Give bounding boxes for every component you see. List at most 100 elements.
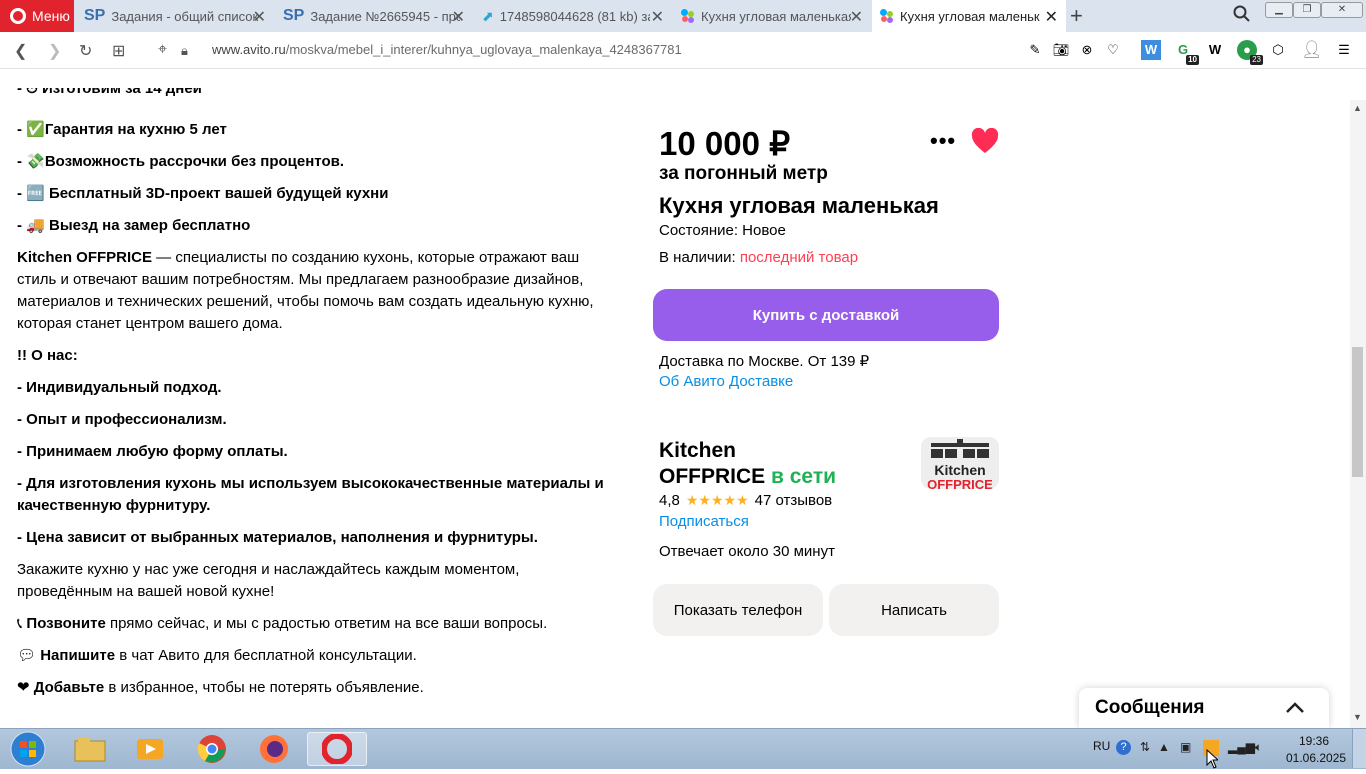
opera-taskbar-icon[interactable]: [307, 732, 367, 766]
url-text[interactable]: www.avito.ru/moskva/mebel_i_interer/kuhn…: [212, 42, 682, 57]
close-icon[interactable]: ✕: [1045, 7, 1058, 27]
write-line: 💬︎ Напишите в чат Авито для бесплатной к…: [17, 645, 417, 667]
availability-value: последний товар: [739, 249, 859, 266]
media-player-icon[interactable]: [122, 732, 178, 766]
location-icon[interactable]: ⌖: [158, 41, 167, 59]
start-button[interactable]: [0, 729, 56, 768]
reply-time: Отвечает около 30 минут: [659, 543, 835, 560]
close-icon[interactable]: ✕: [452, 7, 465, 27]
show-phone-label: Показать телефон: [673, 601, 803, 619]
language-indicator[interactable]: RU: [1093, 739, 1110, 753]
write-message-button[interactable]: Написать: [829, 584, 999, 636]
tray-device-icon[interactable]: ▣: [1180, 740, 1191, 754]
tray-network-icon[interactable]: ⇅: [1140, 740, 1150, 754]
intro-line-2: стиль и отвечают вашим потребностям. Мы …: [17, 271, 584, 288]
scroll-down-icon[interactable]: ▼: [1353, 712, 1362, 722]
explorer-icon[interactable]: [62, 732, 118, 766]
tray-expand-icon[interactable]: ▲: [1158, 740, 1170, 754]
clock-time[interactable]: 19:36: [1299, 734, 1329, 748]
tab-task-detail[interactable]: SP Задание №2665945 - про ✕: [275, 0, 473, 32]
more-options-icon[interactable]: •••: [930, 128, 956, 154]
easy-setup-icon[interactable]: ☰: [1334, 40, 1354, 60]
reload-icon[interactable]: ↻: [79, 41, 92, 61]
vpn-extension-icon[interactable]: ● 23: [1237, 40, 1263, 65]
price-note: - Цена зависит от выбранных материалов, …: [17, 529, 538, 546]
chrome-icon[interactable]: [184, 732, 240, 766]
phone-icon: 📞︎: [17, 615, 27, 632]
tab-avito-active[interactable]: Кухня угловая маленька ✕: [872, 0, 1066, 32]
messages-label: Сообщения: [1095, 697, 1205, 718]
buy-button-label: Купить с доставкой: [752, 306, 900, 324]
seller-avatar[interactable]: Kitchen OFFPRICE: [921, 437, 999, 489]
materials-line-1: - Для изготовления кухонь мы используем …: [17, 475, 604, 492]
order-line-1: Закажите кухню у нас уже сегодня и насла…: [17, 561, 520, 578]
new-tab-plus-icon[interactable]: +: [1070, 3, 1083, 29]
chevron-up-icon[interactable]: [1284, 697, 1306, 724]
signal-icon[interactable]: ▂▄▆: [1228, 740, 1255, 754]
favorite-heart-icon[interactable]: [971, 127, 999, 159]
write-bold: Напишите: [40, 647, 116, 664]
speed-dial-icon[interactable]: ⊞: [112, 41, 125, 61]
tab-search-icon[interactable]: [1233, 5, 1251, 28]
buy-with-delivery-button[interactable]: Купить с доставкой: [653, 289, 999, 341]
show-desktop-button[interactable]: [1352, 729, 1366, 768]
address-bar: [0, 32, 1366, 69]
subscribe-link[interactable]: Подписаться: [659, 513, 749, 530]
black-heart-icon: ❤︎: [17, 679, 34, 696]
edit-icon[interactable]: ✎: [1025, 40, 1045, 60]
avito-delivery-link[interactable]: Об Авито Доставке: [659, 373, 793, 390]
seller-online-status: в сети: [765, 465, 837, 488]
help-icon[interactable]: ?: [1116, 740, 1131, 755]
camera-icon[interactable]: 📷︎: [1051, 40, 1071, 60]
tab-avito-1[interactable]: Кухня угловая маленькая ✕: [673, 0, 871, 32]
tab-title: Задания - общий список: [111, 8, 259, 24]
close-icon[interactable]: ✕: [850, 7, 863, 27]
browser-menu-button[interactable]: Меню: [0, 0, 74, 32]
call-text: прямо сейчас, и мы с радостью ответим на…: [105, 615, 548, 632]
tab-image[interactable]: ⬈ 1748598044628 (81 kb) за ✕: [474, 0, 672, 32]
badge-count: 10: [1186, 55, 1199, 65]
clock-date[interactable]: 01.06.2025: [1286, 751, 1346, 765]
scrollbar-thumb[interactable]: [1352, 347, 1363, 477]
scroll-up-icon[interactable]: ▲: [1353, 103, 1362, 113]
wiki-extension-icon[interactable]: W: [1205, 40, 1225, 60]
seller-rating[interactable]: 4,8 ★★★★★ 47 отзывов: [659, 492, 832, 509]
tab-tasks-list[interactable]: SP Задания - общий список ✕: [76, 0, 274, 32]
close-icon[interactable]: ✕: [253, 7, 266, 27]
listing-condition: Состояние: Новое: [659, 222, 786, 239]
write-message-label: Написать: [881, 601, 947, 619]
favorite-line: ❤︎ Добавьте в избранное, чтобы не потеря…: [17, 677, 424, 699]
window-close-icon[interactable]: ✕: [1321, 2, 1363, 18]
call-bold: Позвоните: [26, 615, 106, 632]
word-extension-icon[interactable]: W: [1141, 40, 1161, 60]
url-path: /moskva/mebel_i_interer/kuhnya_uglovaya_…: [285, 42, 682, 57]
seller-name-line-2: OFFPRICE: [659, 465, 766, 488]
back-icon[interactable]: ❮: [14, 41, 27, 61]
maximize-icon[interactable]: ❐: [1293, 2, 1321, 18]
forward-icon[interactable]: ❯: [48, 41, 61, 61]
about-item: - Принимаем любую форму оплаты.: [17, 443, 288, 460]
minimize-icon[interactable]: ▁: [1265, 2, 1293, 18]
rating-stars-icon: ★★★★★: [685, 492, 749, 508]
lock-icon[interactable]: 🔒︎: [181, 43, 188, 59]
close-icon[interactable]: ✕: [651, 7, 664, 27]
show-phone-button[interactable]: Показать телефон: [653, 584, 823, 636]
intro-line-4: которая станет центром вашего дома.: [17, 315, 283, 332]
firefox-icon[interactable]: [246, 732, 302, 766]
adblock-icon[interactable]: ⊗: [1077, 40, 1097, 60]
bullet-measurement: - 🚚 Выезд на замер бесплатно: [17, 217, 251, 234]
image-icon: ⬈: [482, 7, 494, 24]
profile-icon[interactable]: 👤︎: [1301, 40, 1323, 60]
heart-outline-icon[interactable]: ♡: [1103, 40, 1123, 60]
rating-value: 4,8: [659, 492, 680, 509]
listing-availability: В наличии: последний товар: [659, 249, 858, 266]
favorite-text: в избранное, чтобы не потерять объявлени…: [104, 679, 424, 696]
svg-text:Kitchen: Kitchen: [934, 462, 985, 478]
cube-icon[interactable]: ⬡: [1268, 40, 1288, 60]
seller-name[interactable]: Kitchen OFFPRICE в сети: [659, 438, 836, 490]
svg-text:OFFPRICE: OFFPRICE: [927, 477, 993, 489]
avito-icon: [681, 9, 695, 23]
volume-icon[interactable]: 🔈︎: [1255, 740, 1262, 755]
seo-extension-icon[interactable]: G 10: [1173, 40, 1199, 65]
favorite-bold: Добавьте: [33, 679, 105, 696]
